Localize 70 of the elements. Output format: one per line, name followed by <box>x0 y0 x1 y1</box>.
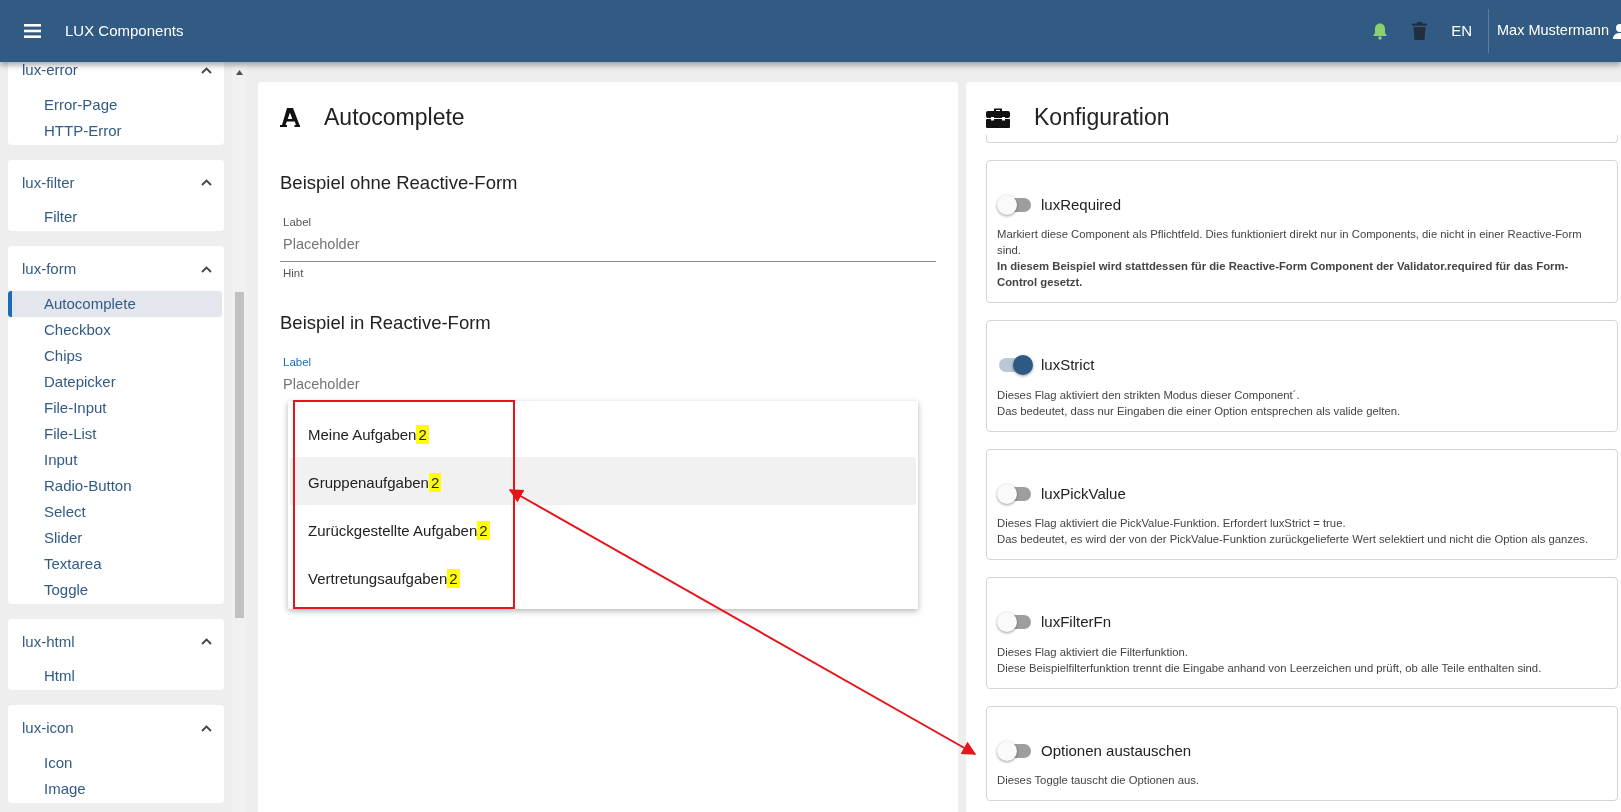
letter-icon <box>280 107 300 128</box>
menu-icon[interactable] <box>24 24 41 38</box>
sidebar-item[interactable]: Input <box>8 446 222 473</box>
input-field[interactable]: Placeholder <box>280 371 936 402</box>
group-header[interactable]: lux-filter <box>8 167 89 198</box>
bell-icon[interactable] <box>1372 22 1389 40</box>
option-description: Dieses Flag aktiviert die PickValue-Funktion. Erfordert luxStrict = true. <box>997 516 1347 531</box>
option-label: luxPickValue <box>1041 483 1126 504</box>
chevron-up-icon[interactable] <box>201 638 212 646</box>
option-description: Das bedeutet, es wird der von der PickValue-Funktion zurückgelieferte Wert selektiert und nicht die Option als ganzes. <box>997 532 1590 547</box>
toggle-switch[interactable] <box>997 740 1033 761</box>
option-description: Das bedeutet, dass nur Eingaben die einer Option entsprechen als valide gelten. <box>997 403 1402 419</box>
toggle-switch[interactable] <box>997 194 1033 215</box>
user-icon[interactable] <box>1613 23 1621 39</box>
language-button[interactable]: EN <box>1451 19 1472 43</box>
group-header[interactable]: lux-form <box>8 254 91 285</box>
sidebar-item[interactable]: Datepicker <box>8 368 222 395</box>
sidebar-item[interactable]: Checkbox <box>8 316 222 343</box>
sidebar-item[interactable]: Toggle <box>8 576 222 603</box>
group-header[interactable]: lux-icon <box>8 713 88 744</box>
section-heading: Beispiel ohne Reactive-Form <box>280 170 519 195</box>
toggle-switch[interactable] <box>997 355 1033 376</box>
chevron-up-icon[interactable] <box>201 179 212 187</box>
chevron-up-icon[interactable] <box>201 265 212 273</box>
sidebar-item[interactable]: Select <box>8 498 222 525</box>
toggle-switch[interactable] <box>997 612 1033 633</box>
option-description: Diese Beispielfilterfunktion trennt die Eingabe anhand von Leerzeichen und prüft, ob alle Teile enthalten sind. <box>997 660 1543 676</box>
option-label: luxStrict <box>1041 355 1095 375</box>
user-name[interactable]: Max Mustermann <box>1497 20 1609 42</box>
app-title: LUX Components <box>65 20 184 41</box>
sidebar-item[interactable]: Autocomplete <box>8 290 222 317</box>
card-title: Konfiguration <box>1034 103 1170 132</box>
dropdown-option[interactable]: Meine Aufgaben2 <box>290 409 916 458</box>
toolbox-icon <box>986 106 1010 128</box>
field-hint: Hint <box>282 266 305 282</box>
sidebar-item[interactable]: Slider <box>8 524 222 551</box>
option-description: Markiert diese Component als Pflichtfeld. Dies funktioniert direkt nur in Components, die nicht in einer Reactive-Form sind. <box>997 227 1583 258</box>
card-title: Autocomplete <box>324 103 465 132</box>
option-description: In diesem Beispiel wird stattdessen für die Reactive-Form Component der Validator.required für das Form-Control gesetzt. <box>997 259 1570 290</box>
sidebar-item[interactable]: Image <box>8 775 222 802</box>
option-label: luxFilterFn <box>1041 612 1111 632</box>
sidebar-item[interactable]: Icon <box>8 749 222 776</box>
option-description: Dieses Toggle tauscht die Optionen aus. <box>997 773 1200 788</box>
sidebar-item[interactable]: HTTP-Error <box>8 117 222 144</box>
sidebar-item[interactable]: File-List <box>8 420 222 447</box>
input-field[interactable]: Placeholder <box>280 231 936 263</box>
group-header[interactable]: lux-error <box>8 62 92 86</box>
dropdown-option[interactable]: Gruppenaufgaben2 <box>290 457 916 506</box>
chevron-up-icon[interactable] <box>201 66 212 74</box>
sidebar-item[interactable]: File-Input <box>8 394 222 421</box>
scrollbar-thumb[interactable] <box>235 292 244 618</box>
field-label: Label <box>282 355 313 371</box>
sidebar-item[interactable]: Html <box>8 663 222 689</box>
option-label: luxRequired <box>1041 194 1122 215</box>
sidebar-item[interactable]: Filter <box>8 204 222 230</box>
toggle-switch[interactable] <box>997 483 1033 504</box>
group-header[interactable]: lux-html <box>8 626 89 657</box>
dropdown-option[interactable]: Vertretungsaufgaben2 <box>290 553 916 602</box>
section-heading: Beispiel in Reactive-Form <box>280 310 492 335</box>
field-label: Label <box>282 215 313 231</box>
dropdown-option[interactable]: Zurückgestellte Aufgaben2 <box>290 505 916 554</box>
sidebar-item[interactable]: Textarea <box>8 550 222 577</box>
chevron-up-icon[interactable] <box>201 724 212 732</box>
scroll-up-icon[interactable] <box>236 70 243 75</box>
option-description: Dieses Flag aktiviert die Filterfunktion. <box>997 644 1189 660</box>
option-label: Optionen austauschen <box>1041 740 1192 761</box>
sidebar-item[interactable]: Chips <box>8 342 222 369</box>
sidebar-item[interactable]: Radio-Button <box>8 472 222 499</box>
sidebar-item[interactable]: Error-Page <box>8 91 222 118</box>
option-description: Dieses Flag aktiviert den strikten Modus dieser Component´. <box>997 387 1301 403</box>
